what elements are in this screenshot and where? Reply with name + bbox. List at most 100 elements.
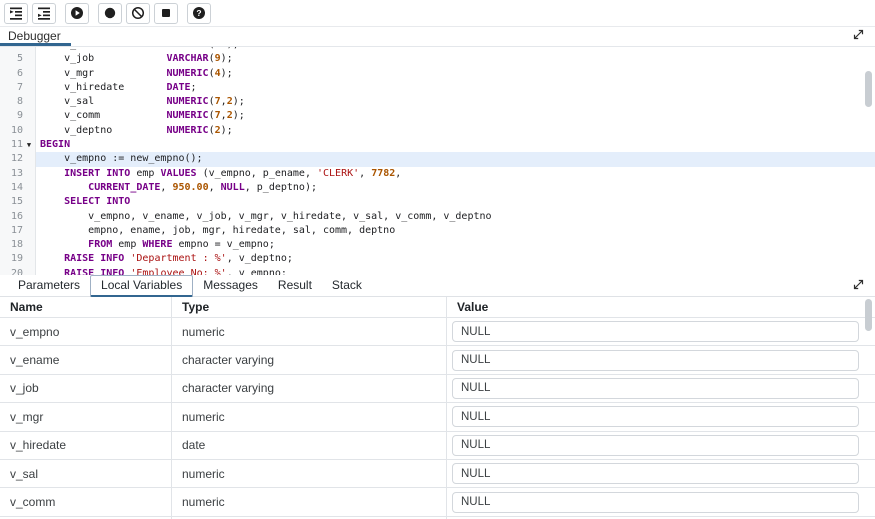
variable-type-cell: character varying bbox=[172, 346, 447, 373]
line-number: 13 bbox=[1, 167, 23, 181]
code-line[interactable]: 19 RAISE INFO 'Department : %', v_deptno… bbox=[0, 252, 875, 266]
panel-tab-result[interactable]: Result bbox=[268, 275, 322, 296]
panel-tabbar: ParametersLocal VariablesMessagesResultS… bbox=[0, 275, 875, 297]
line-number-gutter[interactable]: 10 bbox=[0, 124, 36, 138]
variables-grid: NameTypeValue v_empnonumericv_enamechara… bbox=[0, 297, 875, 519]
code-line-text: BEGIN bbox=[36, 138, 875, 152]
variable-value-input[interactable] bbox=[452, 406, 859, 427]
code-line-text: v_deptno NUMERIC(2); bbox=[36, 124, 875, 138]
line-number: 18 bbox=[1, 238, 23, 252]
variable-value-input[interactable] bbox=[452, 321, 859, 342]
line-number-gutter[interactable]: 19 bbox=[0, 252, 36, 266]
code-line[interactable]: 9 v_comm NUMERIC(7,2); bbox=[0, 109, 875, 123]
line-number-gutter[interactable]: 20 bbox=[0, 267, 36, 275]
line-number-gutter[interactable]: 15 bbox=[0, 195, 36, 209]
variable-value-input[interactable] bbox=[452, 350, 859, 371]
variable-value-cell bbox=[447, 488, 875, 515]
panel-tab-parameters[interactable]: Parameters bbox=[8, 275, 90, 296]
line-number-gutter[interactable]: 7 bbox=[0, 81, 36, 95]
variable-type-cell: date bbox=[172, 432, 447, 459]
code-line-text: v_mgr NUMERIC(4); bbox=[36, 67, 875, 81]
code-line[interactable]: 14 CURRENT_DATE, 950.00, NULL, p_deptno)… bbox=[0, 181, 875, 195]
panel-expand-button[interactable] bbox=[851, 279, 865, 293]
code-line-text: empno, ename, job, mgr, hiredate, sal, c… bbox=[36, 224, 875, 238]
line-number-gutter[interactable]: 8 bbox=[0, 95, 36, 109]
code-line[interactable]: 12 v_empno := new_empno(); bbox=[0, 152, 875, 166]
code-line[interactable]: 16 v_empno, v_ename, v_job, v_mgr, v_hir… bbox=[0, 210, 875, 224]
line-number-gutter[interactable]: 17 bbox=[0, 224, 36, 238]
column-header-value: Value bbox=[447, 297, 875, 317]
continue-button[interactable] bbox=[65, 3, 89, 24]
code-line-text: FROM emp WHERE empno = v_empno; bbox=[36, 238, 875, 252]
line-number: 14 bbox=[1, 181, 23, 195]
code-line-text: v_hiredate DATE; bbox=[36, 81, 875, 95]
tab-debugger[interactable]: Debugger bbox=[0, 27, 71, 46]
column-header-name: Name bbox=[0, 297, 172, 317]
step-into-icon bbox=[9, 6, 23, 21]
code-line[interactable]: 5 v_job VARCHAR(9); bbox=[0, 52, 875, 66]
code-editor[interactable]: 4 v_ename VARCHAR(10);5 v_job VARCHAR(9)… bbox=[0, 47, 875, 275]
variable-value-cell bbox=[447, 432, 875, 459]
grid-header-row: NameTypeValue bbox=[0, 297, 875, 318]
step-over-button[interactable] bbox=[32, 3, 56, 24]
line-number-gutter[interactable]: 9 bbox=[0, 109, 36, 123]
line-number-gutter[interactable]: 18 bbox=[0, 238, 36, 252]
clear-all-breakpoints-button[interactable] bbox=[126, 3, 150, 24]
editor-scrollbar[interactable] bbox=[865, 71, 872, 107]
code-line[interactable]: 13 INSERT INTO emp VALUES (v_empno, p_en… bbox=[0, 167, 875, 181]
code-line-text: RAISE INFO 'Employee No: %', v_empno; bbox=[36, 267, 875, 275]
line-number: 20 bbox=[1, 267, 23, 275]
variable-row: v_hiredatedate bbox=[0, 432, 875, 460]
panel-tab-messages[interactable]: Messages bbox=[193, 275, 268, 296]
expand-icon bbox=[852, 278, 865, 294]
code-line[interactable]: 17 empno, ename, job, mgr, hiredate, sal… bbox=[0, 224, 875, 238]
panel-tabs: ParametersLocal VariablesMessagesResultS… bbox=[8, 275, 372, 296]
panel-tab-stack[interactable]: Stack bbox=[322, 275, 372, 296]
variable-value-cell bbox=[447, 460, 875, 487]
toggle-breakpoint-button[interactable] bbox=[98, 3, 122, 24]
code-line[interactable]: 10 v_deptno NUMERIC(2); bbox=[0, 124, 875, 138]
variable-value-cell bbox=[447, 375, 875, 402]
variable-value-input[interactable] bbox=[452, 435, 859, 456]
line-number: 10 bbox=[1, 124, 23, 138]
debugger-window: ? Debugger 4 v_ename VARCHAR(10);5 v_job… bbox=[0, 0, 875, 519]
code-line[interactable]: 8 v_sal NUMERIC(7,2); bbox=[0, 95, 875, 109]
code-line[interactable]: 20 RAISE INFO 'Employee No: %', v_empno; bbox=[0, 267, 875, 275]
line-number: 7 bbox=[1, 81, 23, 95]
code-line[interactable]: 11▼BEGIN bbox=[0, 138, 875, 152]
line-number-gutter[interactable]: 16 bbox=[0, 210, 36, 224]
stop-square-icon bbox=[159, 6, 173, 20]
line-number: 9 bbox=[1, 109, 23, 123]
code-line[interactable]: 7 v_hiredate DATE; bbox=[0, 81, 875, 95]
line-number-gutter[interactable]: 11▼ bbox=[0, 138, 36, 152]
filled-circle-icon bbox=[103, 6, 117, 20]
line-number-gutter[interactable]: 14 bbox=[0, 181, 36, 195]
grid-body: v_empnonumericv_enamecharacter varyingv_… bbox=[0, 318, 875, 519]
column-header-type: Type bbox=[172, 297, 447, 317]
variable-value-input[interactable] bbox=[452, 378, 859, 399]
no-entry-icon bbox=[131, 6, 145, 20]
variable-row: v_enamecharacter varying bbox=[0, 346, 875, 374]
variable-type-cell: numeric bbox=[172, 488, 447, 515]
variable-row: v_salnumeric bbox=[0, 460, 875, 488]
line-number-gutter[interactable]: 12 bbox=[0, 152, 36, 166]
step-into-button[interactable] bbox=[4, 3, 28, 24]
code-line[interactable]: 18 FROM emp WHERE empno = v_empno; bbox=[0, 238, 875, 252]
panel-tab-local-variables[interactable]: Local Variables bbox=[90, 275, 193, 297]
code-line[interactable]: 6 v_mgr NUMERIC(4); bbox=[0, 67, 875, 81]
stop-button[interactable] bbox=[154, 3, 178, 24]
code-line-text: v_comm NUMERIC(7,2); bbox=[36, 109, 875, 123]
help-button[interactable]: ? bbox=[187, 3, 211, 24]
line-number-gutter[interactable]: 13 bbox=[0, 167, 36, 181]
line-number-gutter[interactable]: 6 bbox=[0, 67, 36, 81]
line-number-gutter[interactable]: 5 bbox=[0, 52, 36, 66]
variable-name-cell: v_job bbox=[0, 375, 172, 402]
grid-scrollbar[interactable] bbox=[865, 299, 872, 331]
variable-value-input[interactable] bbox=[452, 463, 859, 484]
editor-expand-button[interactable] bbox=[851, 30, 865, 44]
variable-value-input[interactable] bbox=[452, 492, 859, 513]
svg-text:?: ? bbox=[196, 8, 201, 18]
document-tabbar: Debugger bbox=[0, 27, 875, 47]
variable-row: v_empnonumeric bbox=[0, 318, 875, 346]
code-line[interactable]: 15 SELECT INTO bbox=[0, 195, 875, 209]
